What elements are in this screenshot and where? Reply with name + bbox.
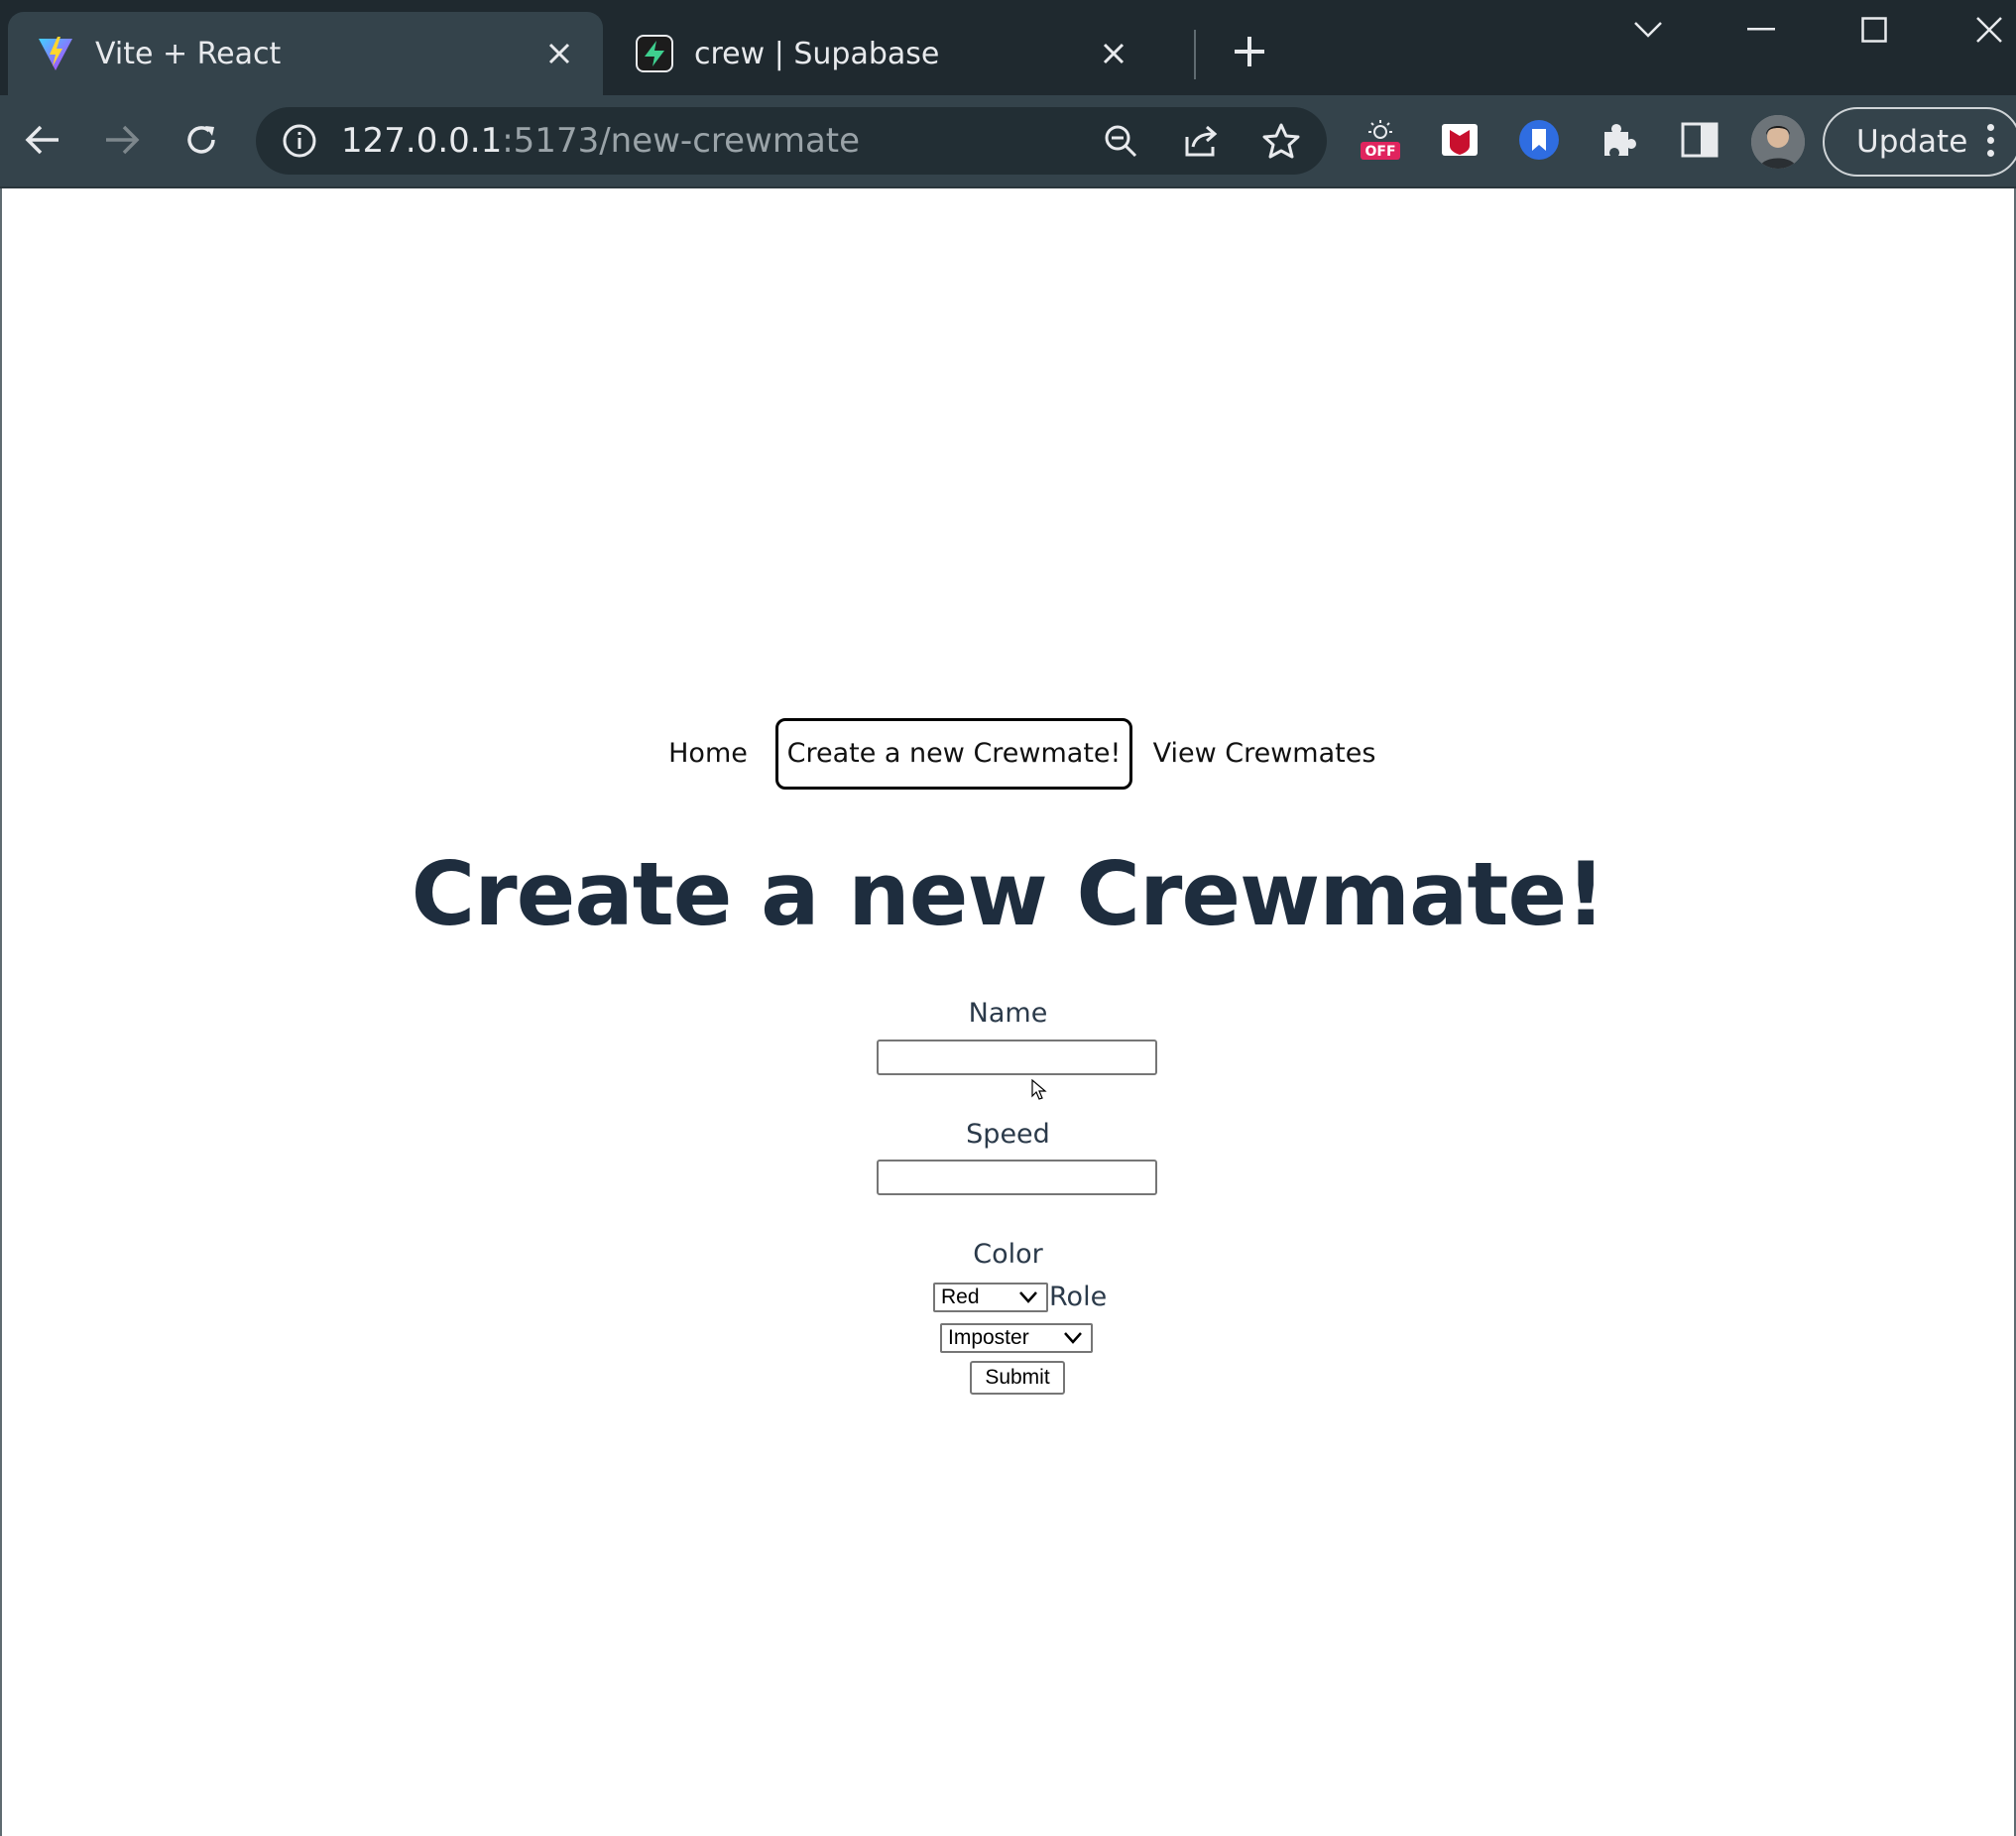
role-select[interactable]: Imposter xyxy=(940,1323,1093,1353)
bookmark-extension-icon[interactable] xyxy=(1513,114,1565,166)
role-select-value: Imposter xyxy=(948,1326,1029,1349)
mcafee-extension-icon[interactable] xyxy=(1434,114,1485,166)
tab-separator xyxy=(1194,30,1196,79)
nav-create-crewmate-link[interactable]: Create a new Crewmate! xyxy=(775,718,1132,790)
tab-search-chevron-icon[interactable] xyxy=(1622,8,1674,52)
tab-vite-react[interactable]: Vite + React xyxy=(8,12,603,95)
tab-supabase[interactable]: crew | Supabase xyxy=(607,12,1157,95)
nav-home-link[interactable]: Home xyxy=(654,718,762,790)
color-label: Color xyxy=(973,1239,1043,1270)
close-tab-icon[interactable] xyxy=(1094,34,1133,73)
minimize-icon[interactable] xyxy=(1735,8,1787,52)
new-tab-plus-icon[interactable] xyxy=(1228,30,1271,73)
bookmark-star-icon[interactable] xyxy=(1261,121,1301,161)
browser-tabstrip: Vite + React crew | Supabase xyxy=(0,0,2016,95)
kebab-menu-icon[interactable] xyxy=(1983,121,1997,161)
share-icon[interactable] xyxy=(1182,121,1222,161)
mouse-cursor-icon xyxy=(1031,1079,1047,1100)
extensions-puzzle-icon[interactable] xyxy=(1593,114,1644,166)
name-input[interactable] xyxy=(877,1040,1157,1075)
chevron-down-icon xyxy=(1019,1291,1037,1303)
site-info-icon[interactable] xyxy=(282,123,317,159)
tab-title: Vite + React xyxy=(95,36,282,71)
speed-input[interactable] xyxy=(877,1160,1157,1195)
color-select-value: Red xyxy=(941,1285,980,1308)
nav-view-crewmates-link[interactable]: View Crewmates xyxy=(1150,718,1378,790)
role-label: Role xyxy=(1049,1282,1108,1312)
name-label: Name xyxy=(968,998,1048,1029)
supabase-icon xyxy=(635,34,674,73)
reload-icon[interactable] xyxy=(177,115,226,165)
tab-title: crew | Supabase xyxy=(694,36,940,71)
page-title: Create a new Crewmate! xyxy=(411,843,1606,945)
back-arrow-icon[interactable] xyxy=(18,115,67,165)
dark-mode-extension-icon[interactable]: OFF xyxy=(1355,114,1406,166)
vite-icon xyxy=(36,34,75,73)
submit-button[interactable]: Submit xyxy=(970,1361,1065,1395)
browser-toolbar: 127.0.0.1:5173/new-crewmate OFF xyxy=(0,95,2016,188)
window-close-icon[interactable] xyxy=(1963,8,2015,52)
url-path: :5173/new-crewmate xyxy=(502,121,861,161)
site-nav: Home Create a new Crewmate! View Crewmat… xyxy=(0,718,2016,790)
url-text[interactable]: 127.0.0.1:5173/new-crewmate xyxy=(341,107,860,175)
chevron-down-icon xyxy=(1064,1332,1082,1344)
forward-arrow-icon[interactable] xyxy=(97,115,147,165)
address-bar[interactable]: 127.0.0.1:5173/new-crewmate xyxy=(256,107,1327,175)
profile-avatar[interactable] xyxy=(1751,115,1805,169)
close-tab-icon[interactable] xyxy=(539,34,579,73)
maximize-icon[interactable] xyxy=(1848,8,1900,52)
extension-badge-text: OFF xyxy=(1364,144,1395,160)
color-select[interactable]: Red xyxy=(933,1283,1048,1312)
side-panel-icon[interactable] xyxy=(1674,114,1725,166)
url-host: 127.0.0.1 xyxy=(341,121,503,161)
speed-label: Speed xyxy=(966,1119,1050,1150)
zoom-out-icon[interactable] xyxy=(1101,121,1140,161)
